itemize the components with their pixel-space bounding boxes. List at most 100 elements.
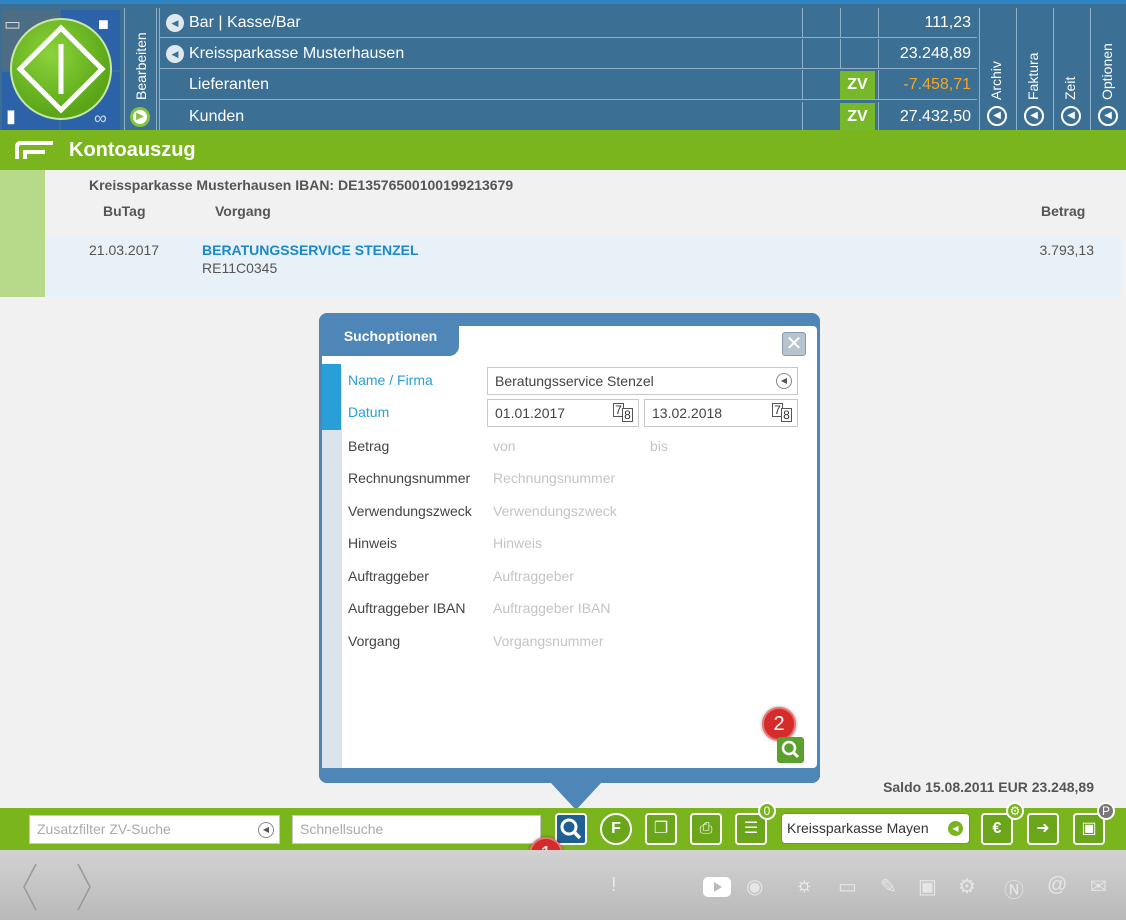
row-vorgang-name[interactable]: BERATUNGSSERVICE STENZEL (202, 242, 419, 258)
chevron-left-icon[interactable] (20, 862, 40, 912)
count-badge: 0 (758, 802, 776, 820)
document-icon[interactable]: ✎ (880, 874, 897, 899)
search-options-dialog: Suchoptionen ✕ Name / Firma Beratungsser… (319, 313, 820, 783)
account-row-bar[interactable]: ◀ Bar | Kasse/Bar 111,23 (159, 8, 977, 38)
chevron-left-icon[interactable]: ◀ (987, 106, 1007, 126)
play-icon[interactable]: ▶ (130, 107, 150, 127)
close-icon[interactable]: ✕ (782, 332, 806, 356)
tab-archiv-label: Archiv (988, 61, 1004, 100)
bank-select[interactable]: Kreissparkasse Mayen ◀ (781, 813, 970, 844)
account-row-lieferanten[interactable]: Lieferanten ZV -7.458,71 (159, 70, 977, 100)
disk-icon[interactable]: ▣ (918, 874, 937, 899)
save-icon: ▣ (1081, 820, 1097, 837)
gear-icon[interactable]: ⚙ (1006, 802, 1024, 820)
chevron-left-icon[interactable]: ◀ (1061, 106, 1081, 126)
euro-icon[interactable]: Ⓝ (1004, 874, 1024, 903)
vorgangsnummer-input[interactable]: Vorgangsnummer (493, 633, 604, 649)
chevron-left-icon[interactable]: ◀ (258, 822, 274, 838)
auftraggeber-input[interactable]: Auftraggeber (493, 568, 574, 584)
tab-zeit[interactable]: Zeit ◀ (1053, 8, 1089, 132)
betrag-from-input[interactable]: von (493, 438, 516, 454)
footer-bar: ! ◉ ☼ ▭ ✎ ▣ ⚙ Ⓝ @ ✉ (0, 850, 1126, 920)
brand-f-icon (15, 141, 53, 159)
vorgang-label: Vorgang (348, 633, 401, 649)
print-button[interactable]: ⎙ (690, 813, 722, 845)
thumb-icon: ■ (98, 14, 109, 34)
copy-button[interactable]: ❐ (645, 813, 677, 845)
active-field-marker (322, 396, 341, 430)
at-icon[interactable]: @ (1047, 874, 1067, 897)
calendar-icon[interactable]: 7 8 (613, 403, 635, 423)
chevron-left-icon[interactable]: ◀ (776, 373, 792, 389)
filter-f-button[interactable]: F (600, 813, 632, 845)
bank-iban-line: Kreissparkasse Musterhausen IBAN: DE1357… (89, 177, 514, 193)
column-header-betrag[interactable]: Betrag (1041, 203, 1085, 219)
tab-optionen[interactable]: Optionen ◀ (1090, 8, 1126, 132)
hinweis-input[interactable]: Hinweis (493, 535, 542, 551)
bearbeiten-label: Bearbeiten (133, 32, 149, 100)
settings-icon[interactable]: ⚙ (958, 874, 976, 899)
column-header-vorgang[interactable]: Vorgang (215, 203, 271, 219)
youtube-icon[interactable] (703, 877, 731, 897)
zusatzfilter-input[interactable]: Zusatzfilter ZV-Suche ◀ (29, 815, 280, 844)
betrag-to-input[interactable]: bis (650, 438, 668, 454)
chevron-left-icon[interactable]: ◀ (1098, 106, 1118, 126)
page-title: Kontoauszug (69, 139, 196, 161)
tablet-icon[interactable]: ▭ (838, 874, 857, 899)
diamond-icon (16, 24, 106, 114)
account-list: ◀ Bar | Kasse/Bar 111,23 ◀ Kreissparkass… (159, 8, 979, 134)
name-firma-value: Beratungsservice Stenzel (495, 373, 654, 389)
account-name: Kreissparkasse Musterhausen (189, 45, 405, 62)
bearbeiten-tab[interactable]: Bearbeiten ▶ (124, 8, 157, 132)
schnellsuche-input[interactable]: Schnellsuche (292, 815, 541, 844)
rechnungsnummer-input[interactable]: Rechnungsnummer (493, 470, 615, 486)
print-icon: ⎙ (699, 820, 713, 837)
copy-icon: ❐ (653, 820, 669, 837)
row-vorgang-ref: RE11C0345 (202, 260, 278, 276)
zv-badge[interactable]: ZV (840, 71, 875, 99)
table-row[interactable]: 21.03.2017 BERATUNGSSERVICE STENZEL RE11… (45, 235, 1121, 297)
verwendungszweck-label: Verwendungszweck (348, 503, 472, 519)
chevron-left-icon[interactable]: ◀ (166, 14, 184, 32)
mail-icon[interactable]: ✉ (1090, 874, 1107, 899)
auftraggeber-label: Auftraggeber (348, 568, 429, 584)
phone-icon: ▮ (6, 106, 16, 126)
book-icon: ☰ (743, 820, 759, 837)
column-header-butag[interactable]: BuTag (103, 203, 146, 219)
lightbulb-icon[interactable]: ☼ (795, 874, 813, 897)
account-row-kunden[interactable]: Kunden ZV 27.432,50 (159, 102, 977, 132)
account-balance: -7.458,71 (878, 70, 977, 100)
verwendungszweck-input[interactable]: Verwendungszweck (493, 503, 617, 519)
search-submit-button[interactable] (777, 737, 804, 763)
name-firma-label: Name / Firma (348, 372, 433, 388)
account-name: Kunden (189, 108, 245, 125)
rechnungsnummer-label: Rechnungsnummer (348, 470, 471, 486)
archive-icon: ▭ (4, 14, 22, 34)
name-firma-field[interactable]: Beratungsservice Stenzel ◀ (487, 367, 798, 395)
active-field-marker (322, 364, 341, 398)
auftraggeber-iban-input[interactable]: Auftraggeber IBAN (493, 600, 611, 616)
chevron-right-icon[interactable] (74, 862, 94, 912)
chevron-left-icon[interactable]: ◀ (166, 45, 184, 63)
zv-badge[interactable]: ZV (840, 103, 875, 131)
account-row-kreissparkasse[interactable]: ◀ Kreissparkasse Musterhausen 23.248,89 (159, 39, 977, 69)
tab-archiv[interactable]: Archiv ◀ (979, 8, 1015, 132)
app-logo[interactable]: ■ ∞ ▮ ▭ (0, 8, 122, 132)
date-to-field[interactable]: 13.02.2018 7 8 (644, 399, 798, 427)
account-name: Lieferanten (189, 76, 270, 93)
eye-icon[interactable]: ◉ (746, 874, 763, 899)
export-button[interactable]: ➜ (1027, 813, 1059, 845)
top-header: ■ ∞ ▮ ▭ Bearbeiten ▶ ◀ Bar | Kasse/Bar 1… (0, 0, 1126, 134)
chevron-left-icon: ◀ (948, 821, 963, 836)
chevron-left-icon[interactable]: ◀ (1024, 106, 1044, 126)
search-options-button[interactable] (555, 813, 587, 845)
date-from-field[interactable]: 01.01.2017 7 8 (487, 399, 639, 427)
calendar-icon[interactable]: 7 8 (772, 403, 794, 423)
p-badge: P (1097, 802, 1115, 820)
account-balance: 27.432,50 (878, 102, 977, 132)
step-badge-2: 2 (762, 707, 796, 741)
dialog-title: Suchoptionen (322, 316, 459, 356)
filter-f-label: F (611, 820, 621, 837)
tab-faktura[interactable]: Faktura ◀ (1016, 8, 1052, 132)
zusatzfilter-placeholder: Zusatzfilter ZV-Suche (37, 821, 171, 837)
